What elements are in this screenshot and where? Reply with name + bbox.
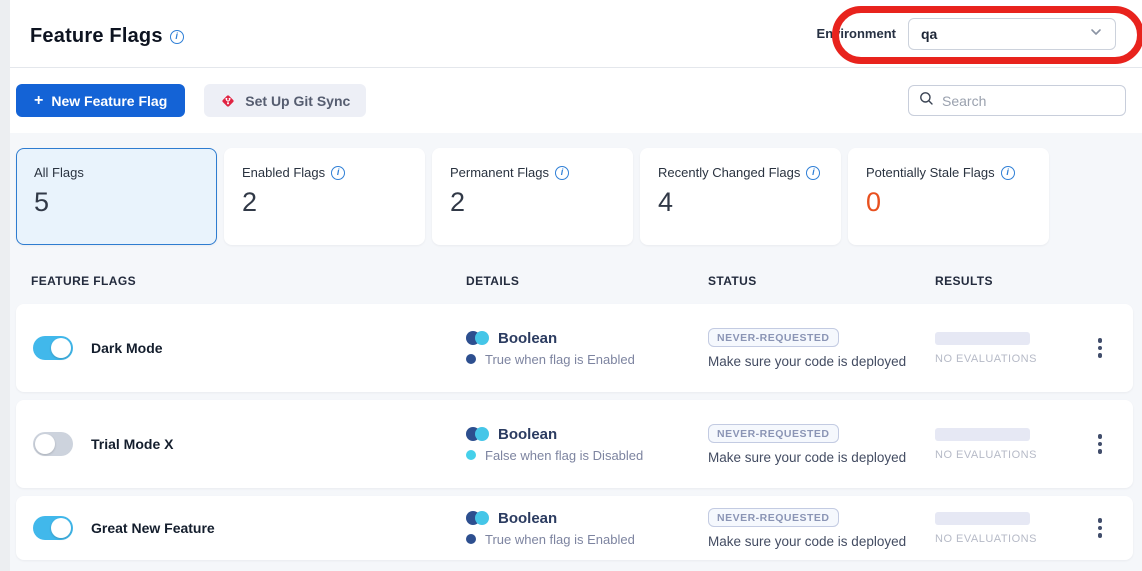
- flag-name[interactable]: Trial Mode X: [91, 436, 173, 452]
- flag-type: Boolean: [498, 510, 557, 527]
- variation-text: True when flag is Enabled: [485, 352, 635, 367]
- variation-dot: [466, 450, 476, 460]
- column-header-status: STATUS: [708, 274, 935, 288]
- boolean-type-icon: [466, 427, 489, 441]
- flag-type: Boolean: [498, 330, 557, 347]
- stat-value: 2: [450, 187, 632, 218]
- environment-picker: Environment qa: [817, 18, 1116, 50]
- variation-dot: [466, 534, 476, 544]
- evaluations-bar: [935, 332, 1030, 345]
- setup-git-sync-button[interactable]: Set Up Git Sync: [204, 84, 366, 117]
- variation-dot: [466, 354, 476, 364]
- evaluations-label: NO EVALUATIONS: [935, 533, 1037, 545]
- stat-card-potentially-stale-flags[interactable]: Potentially Stale Flags i 0: [848, 148, 1049, 245]
- status-message: Make sure your code is deployed: [708, 354, 935, 369]
- environment-select[interactable]: qa: [908, 18, 1116, 50]
- table-header: FEATURE FLAGS DETAILS STATUS RESULTS: [16, 274, 1133, 288]
- stat-card-recently-changed-flags[interactable]: Recently Changed Flags i 4: [640, 148, 841, 245]
- flag-name[interactable]: Dark Mode: [91, 340, 163, 356]
- page-title: Feature Flags: [30, 25, 163, 48]
- content-area: All Flags 5 Enabled Flags i 2 Permanent …: [10, 133, 1142, 571]
- evaluations-label: NO EVALUATIONS: [935, 353, 1037, 365]
- page-header: Feature Flags i Environment qa: [10, 0, 1142, 68]
- info-icon[interactable]: i: [555, 166, 569, 180]
- row-menu-button[interactable]: [1094, 514, 1107, 542]
- info-icon[interactable]: i: [170, 30, 184, 44]
- status-badge: NEVER-REQUESTED: [708, 508, 839, 527]
- info-icon[interactable]: i: [331, 166, 345, 180]
- git-sync-icon: [220, 93, 236, 109]
- stat-label: Recently Changed Flags: [658, 165, 800, 180]
- stat-label: Enabled Flags: [242, 165, 325, 180]
- table-row: Dark Mode Boolean True when flag is Enab…: [16, 304, 1133, 392]
- stat-value: 4: [658, 187, 840, 218]
- variation-text: True when flag is Enabled: [485, 532, 635, 547]
- setup-git-sync-label: Set Up Git Sync: [245, 93, 350, 109]
- plus-icon: +: [34, 93, 43, 109]
- stat-value: 2: [242, 187, 424, 218]
- flag-toggle[interactable]: [33, 336, 73, 360]
- status-badge: NEVER-REQUESTED: [708, 328, 839, 347]
- stat-card-enabled-flags[interactable]: Enabled Flags i 2: [224, 148, 425, 245]
- search-input[interactable]: [942, 93, 1115, 109]
- stat-value: 5: [34, 187, 216, 218]
- chevron-down-icon: [1089, 25, 1103, 39]
- table-row: Great New Feature Boolean True when flag…: [16, 496, 1133, 560]
- new-feature-flag-button[interactable]: + New Feature Flag: [16, 84, 185, 117]
- environment-value: qa: [921, 26, 937, 42]
- toolbar: + New Feature Flag Set Up Git Sync: [10, 68, 1142, 133]
- flag-toggle[interactable]: [33, 516, 73, 540]
- stat-label: All Flags: [34, 165, 84, 180]
- evaluations-label: NO EVALUATIONS: [935, 449, 1037, 461]
- variation-text: False when flag is Disabled: [485, 448, 643, 463]
- flag-toggle[interactable]: [33, 432, 73, 456]
- stats-cards: All Flags 5 Enabled Flags i 2 Permanent …: [16, 148, 1142, 245]
- status-badge: NEVER-REQUESTED: [708, 424, 839, 443]
- stat-card-all-flags[interactable]: All Flags 5: [16, 148, 217, 245]
- status-message: Make sure your code is deployed: [708, 450, 935, 465]
- stat-label: Permanent Flags: [450, 165, 549, 180]
- stat-value: 0: [866, 187, 1048, 218]
- table-row: Trial Mode X Boolean False when flag is …: [16, 400, 1133, 488]
- stat-label: Potentially Stale Flags: [866, 165, 995, 180]
- row-menu-button[interactable]: [1094, 334, 1107, 362]
- app-left-edge: [0, 0, 10, 571]
- info-icon[interactable]: i: [1001, 166, 1015, 180]
- feature-flags-page: Feature Flags i Environment qa + New Fea…: [10, 0, 1142, 571]
- column-header-feature-flags: FEATURE FLAGS: [31, 274, 466, 288]
- column-header-results: RESULTS: [935, 274, 1133, 288]
- stat-card-permanent-flags[interactable]: Permanent Flags i 2: [432, 148, 633, 245]
- boolean-type-icon: [466, 331, 489, 345]
- row-menu-button[interactable]: [1094, 430, 1107, 458]
- boolean-type-icon: [466, 511, 489, 525]
- flag-type: Boolean: [498, 426, 557, 443]
- search-icon: [919, 91, 934, 111]
- flag-name[interactable]: Great New Feature: [91, 520, 215, 536]
- environment-label: Environment: [817, 26, 896, 41]
- column-header-details: DETAILS: [466, 274, 708, 288]
- info-icon[interactable]: i: [806, 166, 820, 180]
- search-box[interactable]: [908, 85, 1126, 116]
- status-message: Make sure your code is deployed: [708, 534, 935, 549]
- new-feature-flag-label: New Feature Flag: [51, 93, 167, 109]
- evaluations-bar: [935, 428, 1030, 441]
- evaluations-bar: [935, 512, 1030, 525]
